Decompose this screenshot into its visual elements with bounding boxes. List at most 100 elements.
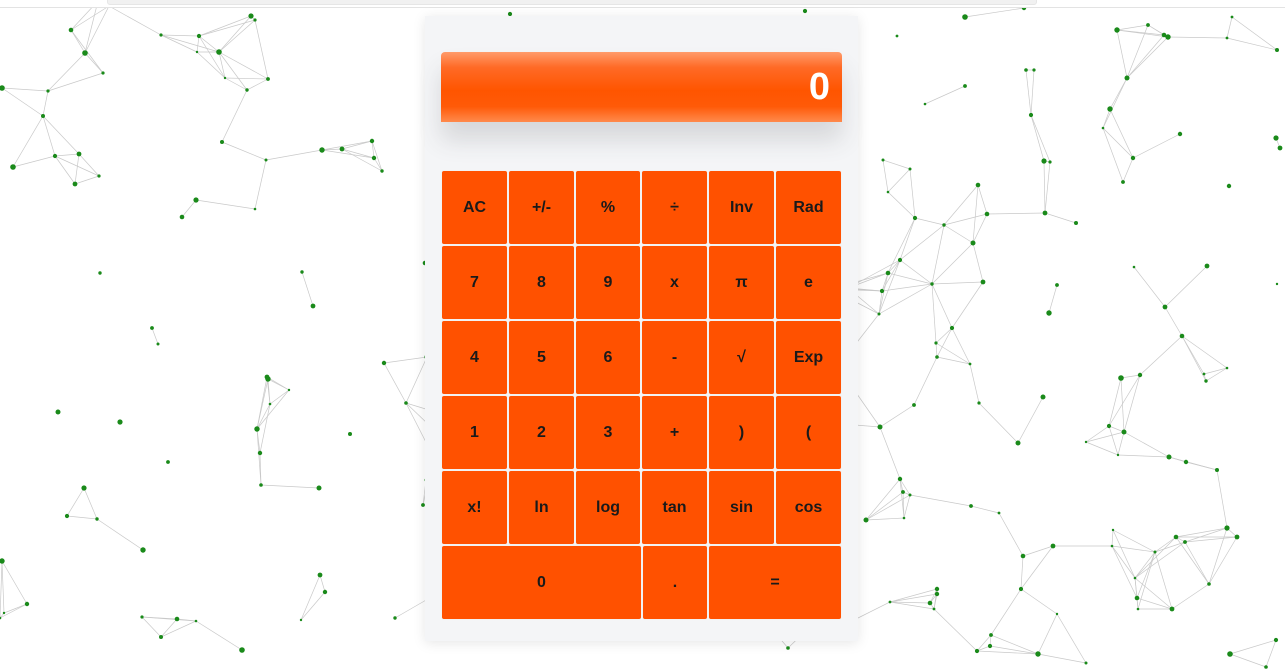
network-dot xyxy=(1204,263,1210,269)
key-6[interactable]: 6 xyxy=(575,320,641,395)
network-line xyxy=(931,283,953,329)
network-dot xyxy=(216,49,222,55)
network-dot xyxy=(193,197,199,203)
network-dot xyxy=(968,362,972,366)
key-1[interactable]: 1 xyxy=(441,395,508,470)
network-dot xyxy=(195,50,199,54)
network-line xyxy=(1109,77,1128,110)
key-2[interactable]: 2 xyxy=(508,395,575,470)
key-exp[interactable]: Exp xyxy=(775,320,842,395)
key-rad[interactable]: Rad xyxy=(775,170,842,245)
network-dot xyxy=(76,151,82,157)
key-multiply[interactable]: x xyxy=(641,245,708,320)
network-dot xyxy=(1132,265,1136,269)
network-line xyxy=(1134,536,1177,579)
key-sqrt[interactable]: √ xyxy=(708,320,775,395)
network-line xyxy=(1122,157,1134,183)
network-line xyxy=(879,426,901,480)
network-line xyxy=(12,155,56,168)
network-dot xyxy=(1179,333,1185,339)
network-dot xyxy=(935,355,939,359)
network-line xyxy=(879,404,915,428)
key-9[interactable]: 9 xyxy=(575,245,641,320)
key-0[interactable]: 0 xyxy=(441,545,642,620)
network-dot xyxy=(117,419,123,425)
network-dot xyxy=(220,140,224,144)
network-line xyxy=(909,494,972,507)
key-open-paren[interactable]: ( xyxy=(775,395,842,470)
network-line xyxy=(1111,545,1136,579)
network-line xyxy=(1126,34,1165,79)
key-3[interactable]: 3 xyxy=(575,395,641,470)
network-dot xyxy=(1028,112,1034,118)
network-line xyxy=(878,259,901,315)
key-7[interactable]: 7 xyxy=(441,245,508,320)
key-4[interactable]: 4 xyxy=(441,320,508,395)
network-dot xyxy=(908,493,912,497)
network-line xyxy=(1226,16,1233,39)
network-dot xyxy=(194,619,198,623)
network-dot xyxy=(1116,453,1120,457)
key-5[interactable]: 5 xyxy=(508,320,575,395)
network-line xyxy=(1175,536,1210,585)
key-8[interactable]: 8 xyxy=(508,245,575,320)
key-sin[interactable]: sin xyxy=(708,470,775,545)
network-dot xyxy=(339,146,345,152)
network-dot xyxy=(934,341,938,345)
key-divide[interactable]: ÷ xyxy=(641,170,708,245)
network-dot xyxy=(1215,468,1219,472)
network-line xyxy=(1048,284,1058,314)
network-line xyxy=(70,29,86,54)
network-line xyxy=(1184,541,1210,585)
address-bar[interactable] xyxy=(107,0,1037,5)
network-line xyxy=(1154,536,1177,553)
network-dot xyxy=(259,483,263,487)
network-dot xyxy=(902,516,906,520)
network-dot xyxy=(1041,158,1047,164)
network-dot xyxy=(0,85,5,91)
key-ac[interactable]: AC xyxy=(441,170,508,245)
network-dot xyxy=(1173,534,1179,540)
network-line xyxy=(887,272,933,285)
network-dot xyxy=(1110,544,1114,548)
network-dot xyxy=(166,460,170,464)
network-dot xyxy=(963,84,967,88)
network-dot xyxy=(997,511,1001,515)
key-equals[interactable]: = xyxy=(708,545,842,620)
network-line xyxy=(78,153,100,177)
network-line xyxy=(66,515,98,520)
key-log[interactable]: log xyxy=(575,470,641,545)
network-dot xyxy=(404,401,408,405)
key-pi[interactable]: π xyxy=(708,245,775,320)
network-dot xyxy=(239,647,245,653)
key-minus[interactable]: - xyxy=(641,320,708,395)
key-factorial[interactable]: x! xyxy=(441,470,508,545)
key-plus[interactable]: + xyxy=(641,395,708,470)
network-dot xyxy=(1015,440,1021,446)
network-line xyxy=(42,90,49,117)
network-dot xyxy=(1101,126,1105,130)
key-inv[interactable]: Inv xyxy=(708,170,775,245)
network-line xyxy=(1111,529,1114,547)
network-dot xyxy=(1225,36,1229,40)
key-cos[interactable]: cos xyxy=(775,470,842,545)
key-plus-minus[interactable]: +/- xyxy=(508,170,575,245)
key-e[interactable]: e xyxy=(775,245,842,320)
network-line xyxy=(1154,551,1173,610)
key-ln[interactable]: ln xyxy=(508,470,575,545)
network-line xyxy=(256,389,290,430)
network-line xyxy=(1116,24,1149,31)
network-line xyxy=(195,199,256,210)
key-close-paren[interactable]: ) xyxy=(708,395,775,470)
network-line xyxy=(936,327,953,358)
network-line xyxy=(84,5,110,54)
network-dot xyxy=(1121,429,1127,435)
network-dot xyxy=(348,432,352,436)
network-dot xyxy=(1136,607,1140,611)
key-tan[interactable]: tan xyxy=(641,470,708,545)
network-line xyxy=(1168,456,1218,471)
key-percent[interactable]: % xyxy=(575,170,641,245)
key-decimal[interactable]: . xyxy=(642,545,708,620)
network-dot xyxy=(1111,528,1115,532)
network-line xyxy=(84,0,99,54)
